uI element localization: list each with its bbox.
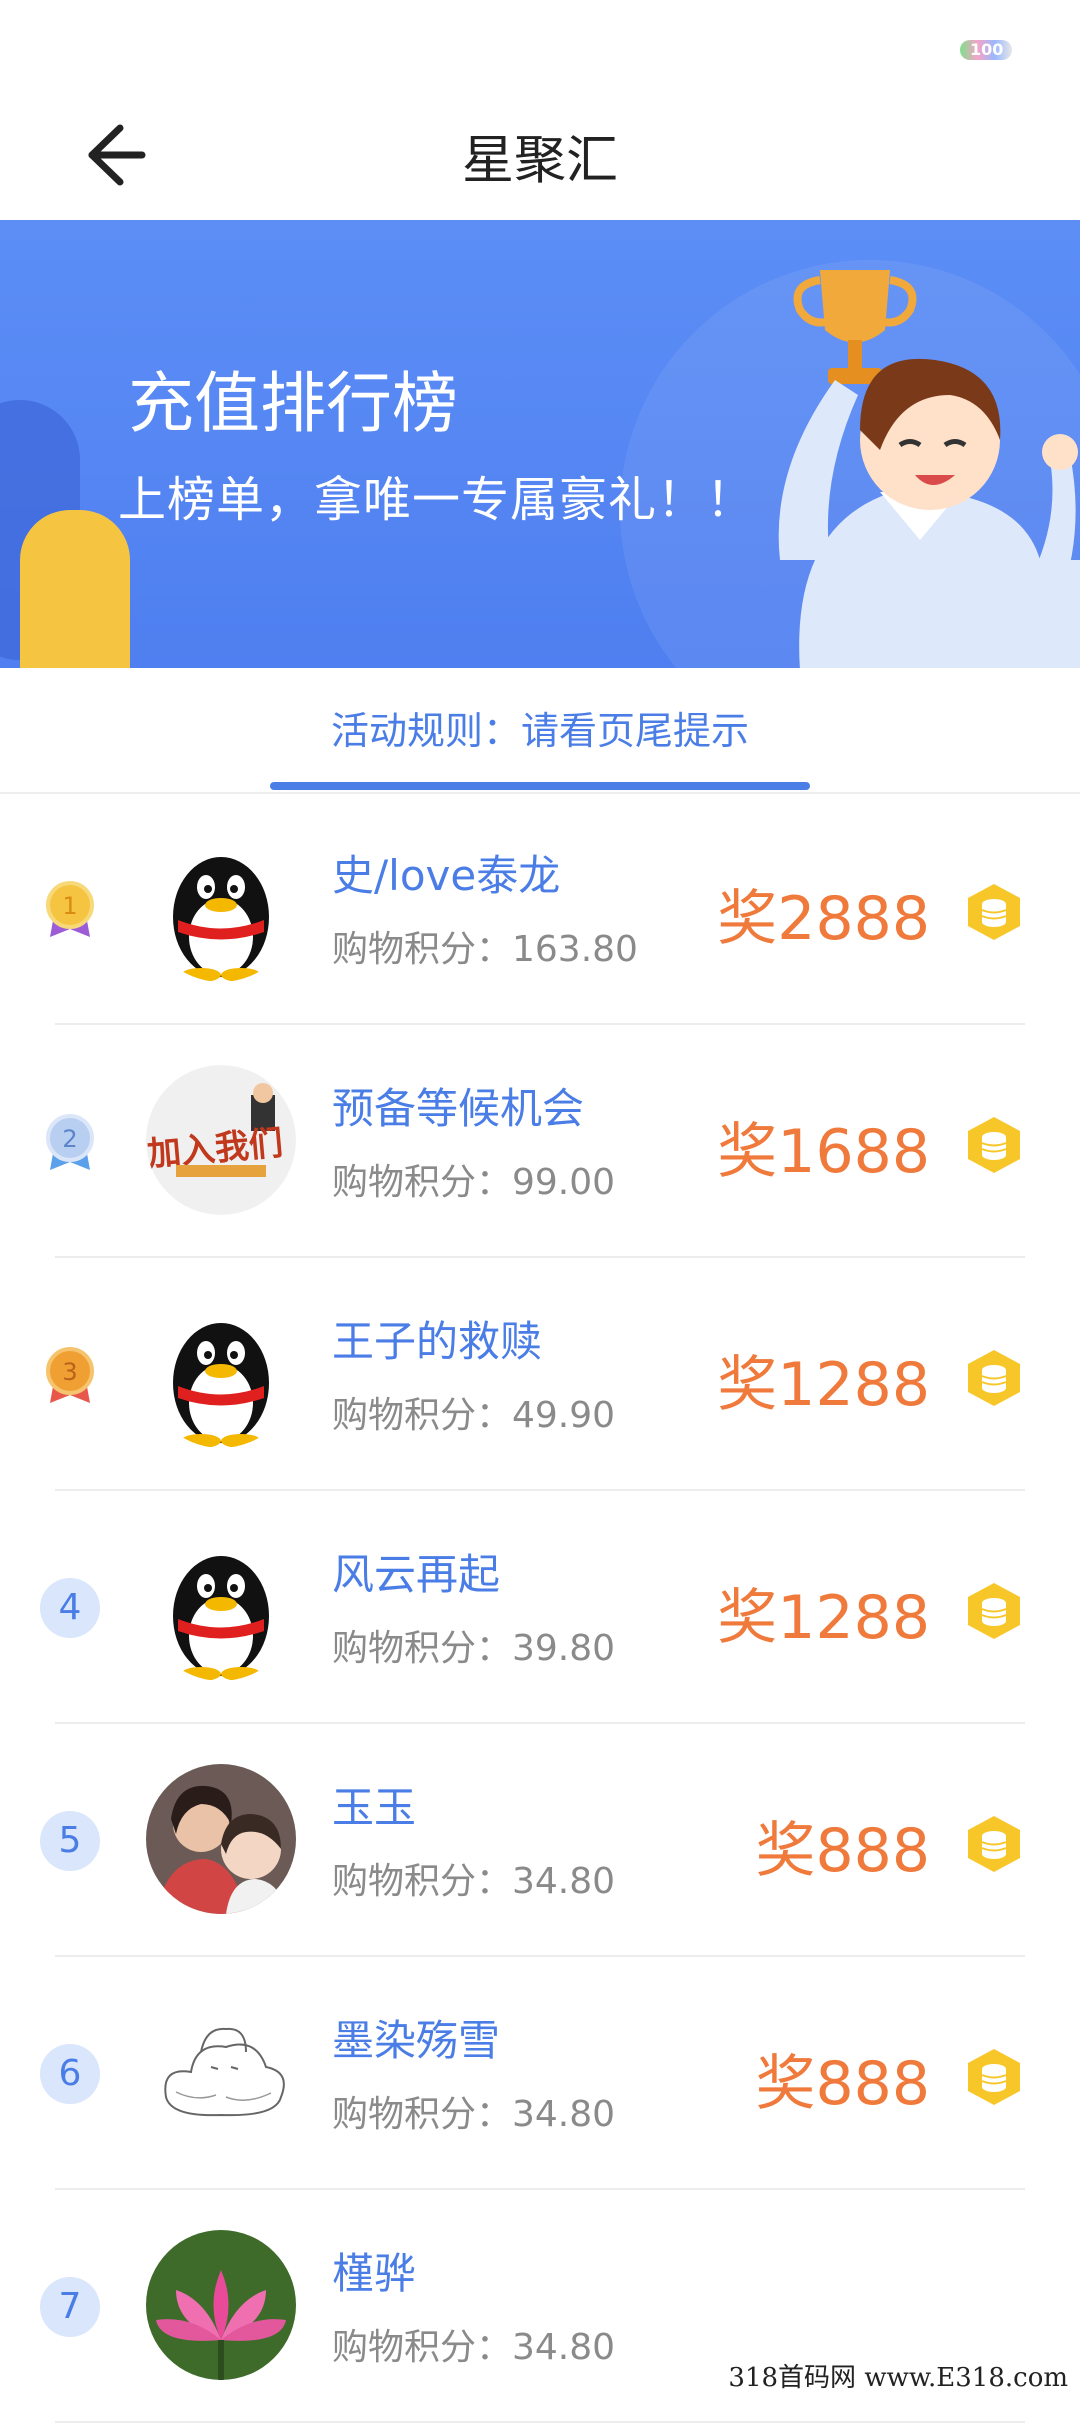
- avatar-join-us: 加入我们: [146, 1065, 296, 1215]
- avatar-photo: [146, 1764, 296, 1914]
- battery-icon: 100: [960, 40, 1012, 60]
- prize-amount: 奖888: [755, 1816, 930, 1886]
- svg-text:2: 2: [62, 1125, 77, 1153]
- rules-tab[interactable]: 活动规则：请看页尾提示: [0, 668, 1080, 794]
- watermark: 318首码网 www.E318.com: [724, 2357, 1072, 2394]
- rank-badge: 6: [40, 2044, 100, 2104]
- user-score: 购物积分：34.80: [332, 2094, 616, 2135]
- coin-icon: [968, 1117, 1020, 1173]
- ranking-list: 1 史/love泰龙 购物积分：163.80 奖2888 2 加入我们 预备等候…: [0, 792, 1080, 2423]
- user-score: 购物积分：34.80: [332, 2327, 616, 2368]
- svg-text:3: 3: [62, 1358, 77, 1386]
- gold-medal-icon: 1: [46, 881, 94, 937]
- user-score: 购物积分：99.00: [332, 1162, 616, 1203]
- app-header: 星聚汇: [0, 90, 1080, 220]
- user-name: 墨染殇雪: [332, 2016, 501, 2065]
- svg-text:1: 1: [62, 892, 77, 920]
- ranking-row[interactable]: 2 加入我们 预备等候机会 购物积分：99.00 奖1688: [0, 1025, 1080, 1258]
- user-name: 玉玉: [332, 1783, 417, 1832]
- avatar-lotus: [146, 2230, 296, 2380]
- user-name: 史/love泰龙: [332, 851, 561, 900]
- rank-badge: 7: [40, 2277, 100, 2337]
- tab-indicator: [270, 782, 810, 790]
- rank-badge: 4: [40, 1578, 100, 1638]
- avatar-qq-penguin: [146, 832, 296, 982]
- status-bar: 100: [0, 0, 1080, 90]
- silver-medal-icon: 2: [46, 1114, 94, 1170]
- banner-decoration: [20, 510, 130, 668]
- promo-banner: 充值排行榜 上榜单，拿唯一专属豪礼！！: [0, 220, 1080, 668]
- user-score: 购物积分：49.90: [332, 1395, 616, 1436]
- prize-amount: 奖1288: [717, 1350, 930, 1420]
- prize-amount: 奖1688: [717, 1117, 930, 1187]
- banner-subtitle: 上榜单，拿唯一专属豪礼！！: [118, 472, 756, 528]
- ranking-row[interactable]: 6 墨染殇雪 购物积分：34.80 奖888: [0, 1957, 1080, 2190]
- user-score: 购物积分：163.80: [332, 929, 638, 970]
- coin-icon: [968, 884, 1020, 940]
- avatar-qq-penguin: [146, 1298, 296, 1448]
- ranking-row[interactable]: 3 王子的救赎 购物积分：49.90 奖1288: [0, 1258, 1080, 1491]
- rank-badge: 5: [40, 1811, 100, 1871]
- coin-icon: [968, 1583, 1020, 1639]
- rules-label: 活动规则：请看页尾提示: [330, 709, 749, 753]
- bronze-medal-icon: 3: [46, 1347, 94, 1403]
- prize-amount: 奖1288: [717, 1583, 930, 1653]
- user-score: 购物积分：34.80: [332, 1861, 616, 1902]
- user-name: 风云再起: [332, 1550, 501, 1599]
- coin-icon: [968, 1350, 1020, 1406]
- coin-icon: [968, 1816, 1020, 1872]
- avatar-qq-penguin: [146, 1531, 296, 1681]
- user-name: 预备等候机会: [332, 1084, 585, 1133]
- user-name: 王子的救赎: [332, 1317, 543, 1366]
- prize-amount: 奖888: [755, 2049, 930, 2119]
- ranking-row[interactable]: 5 玉玉 购物积分：34.80 奖888: [0, 1724, 1080, 1957]
- page-title: 星聚汇: [461, 131, 618, 191]
- ranking-row[interactable]: 1 史/love泰龙 购物积分：163.80 奖2888: [0, 792, 1080, 1025]
- user-name: 槿骅: [332, 2249, 417, 2298]
- prize-amount: 奖2888: [717, 884, 930, 954]
- battery-level: 100: [970, 40, 1004, 59]
- trophy-man-illustration: [778, 270, 1080, 668]
- ranking-row[interactable]: 4 风云再起 购物积分：39.80 奖1288: [0, 1491, 1080, 1724]
- banner-title: 充值排行榜: [128, 365, 458, 442]
- coin-icon: [968, 2049, 1020, 2105]
- avatar-sketch: [146, 1997, 296, 2147]
- user-score: 购物积分：39.80: [332, 1628, 616, 1669]
